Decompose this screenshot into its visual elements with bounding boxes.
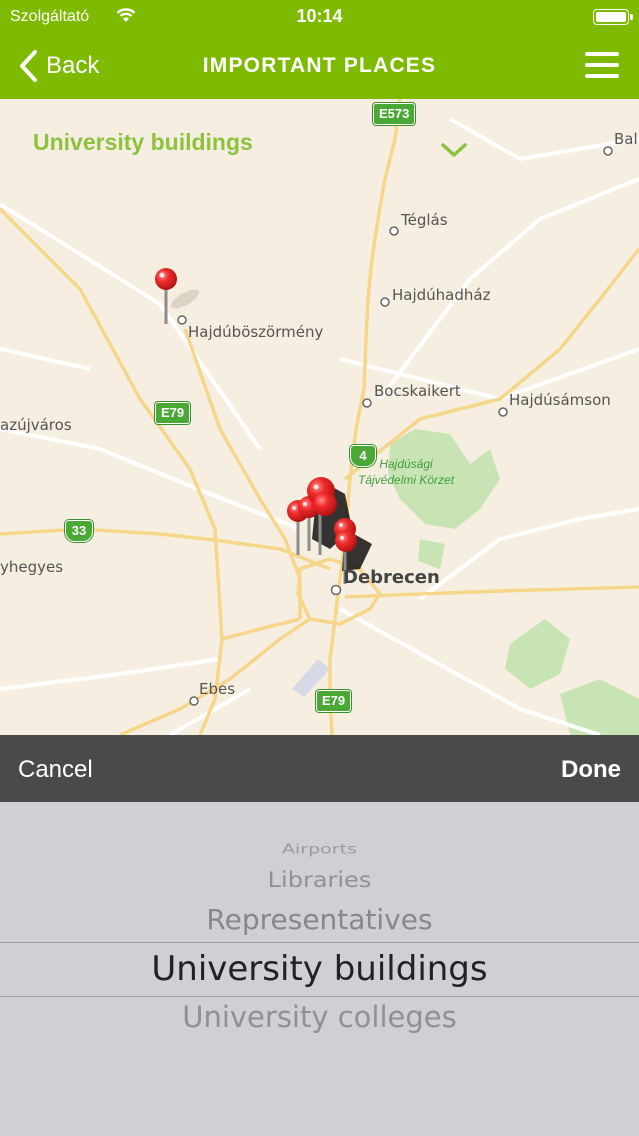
category-picker[interactable]: ​ Airports Libraries Representatives Uni… [0, 802, 639, 1136]
cancel-button[interactable]: Cancel [18, 756, 93, 784]
road-shield-e79-south: E79 [316, 690, 352, 712]
menu-button[interactable] [585, 50, 621, 80]
place-label-hajdunanas: azújváros [0, 416, 72, 434]
hamburger-icon-bar-top [585, 52, 619, 56]
picker-option[interactable]: Representatives [0, 903, 639, 936]
picker-option-selected[interactable]: University buildings [0, 949, 639, 989]
status-time: 10:14 [296, 6, 343, 26]
hamburger-icon-bar-bottom [585, 74, 619, 78]
map-view[interactable]: University buildings Bal Téglás Hajdúhad… [0, 99, 639, 735]
place-label-nyiregyhaza: yhegyes [0, 558, 64, 576]
hamburger-icon-bar-middle [585, 63, 619, 67]
place-label-ebes: Ebes [199, 680, 236, 698]
page-title: IMPORTANT PLACES [202, 54, 437, 77]
picker-option[interactable]: Libraries [0, 868, 639, 893]
road-shield-e573: E573 [373, 103, 416, 125]
place-label-bal: Bal [614, 130, 638, 148]
road-shield-4: 4 [350, 445, 376, 467]
battery-icon [593, 9, 633, 25]
place-label-debrecen: Debrecen [343, 567, 440, 588]
navigation-bar: Back IMPORTANT PLACES [0, 34, 639, 99]
picker-selection-bottom-line [0, 996, 639, 997]
picker-selection-top-line [0, 942, 639, 943]
chevron-down-icon[interactable] [440, 141, 468, 159]
place-label-hajdusamson: Hajdúsámson [509, 391, 611, 409]
picker-option[interactable]: University colleges [0, 1000, 639, 1034]
status-bar: Szolgáltató 10:14 [0, 0, 639, 34]
road-shield-e79-north: E79 [155, 402, 191, 424]
place-label-hajduboszormeny: Hajdúböszörmény [188, 323, 324, 341]
road-shield-33: 33 [65, 520, 93, 542]
place-label-teglas: Téglás [401, 211, 448, 229]
place-label-hajduhadhaz: Hajdúhadház [392, 286, 491, 304]
map-background [0, 99, 639, 735]
done-button[interactable]: Done [561, 756, 621, 784]
category-title: University buildings [33, 129, 253, 155]
park-label-line2: Tájvédelmi Körzet [358, 473, 455, 487]
picker-option[interactable]: Airports [0, 841, 639, 857]
picker-toolbar: Cancel Done [0, 735, 639, 802]
place-label-bocskaikert: Bocskaikert [374, 382, 461, 400]
picker-option-partial: ​ [0, 829, 639, 835]
